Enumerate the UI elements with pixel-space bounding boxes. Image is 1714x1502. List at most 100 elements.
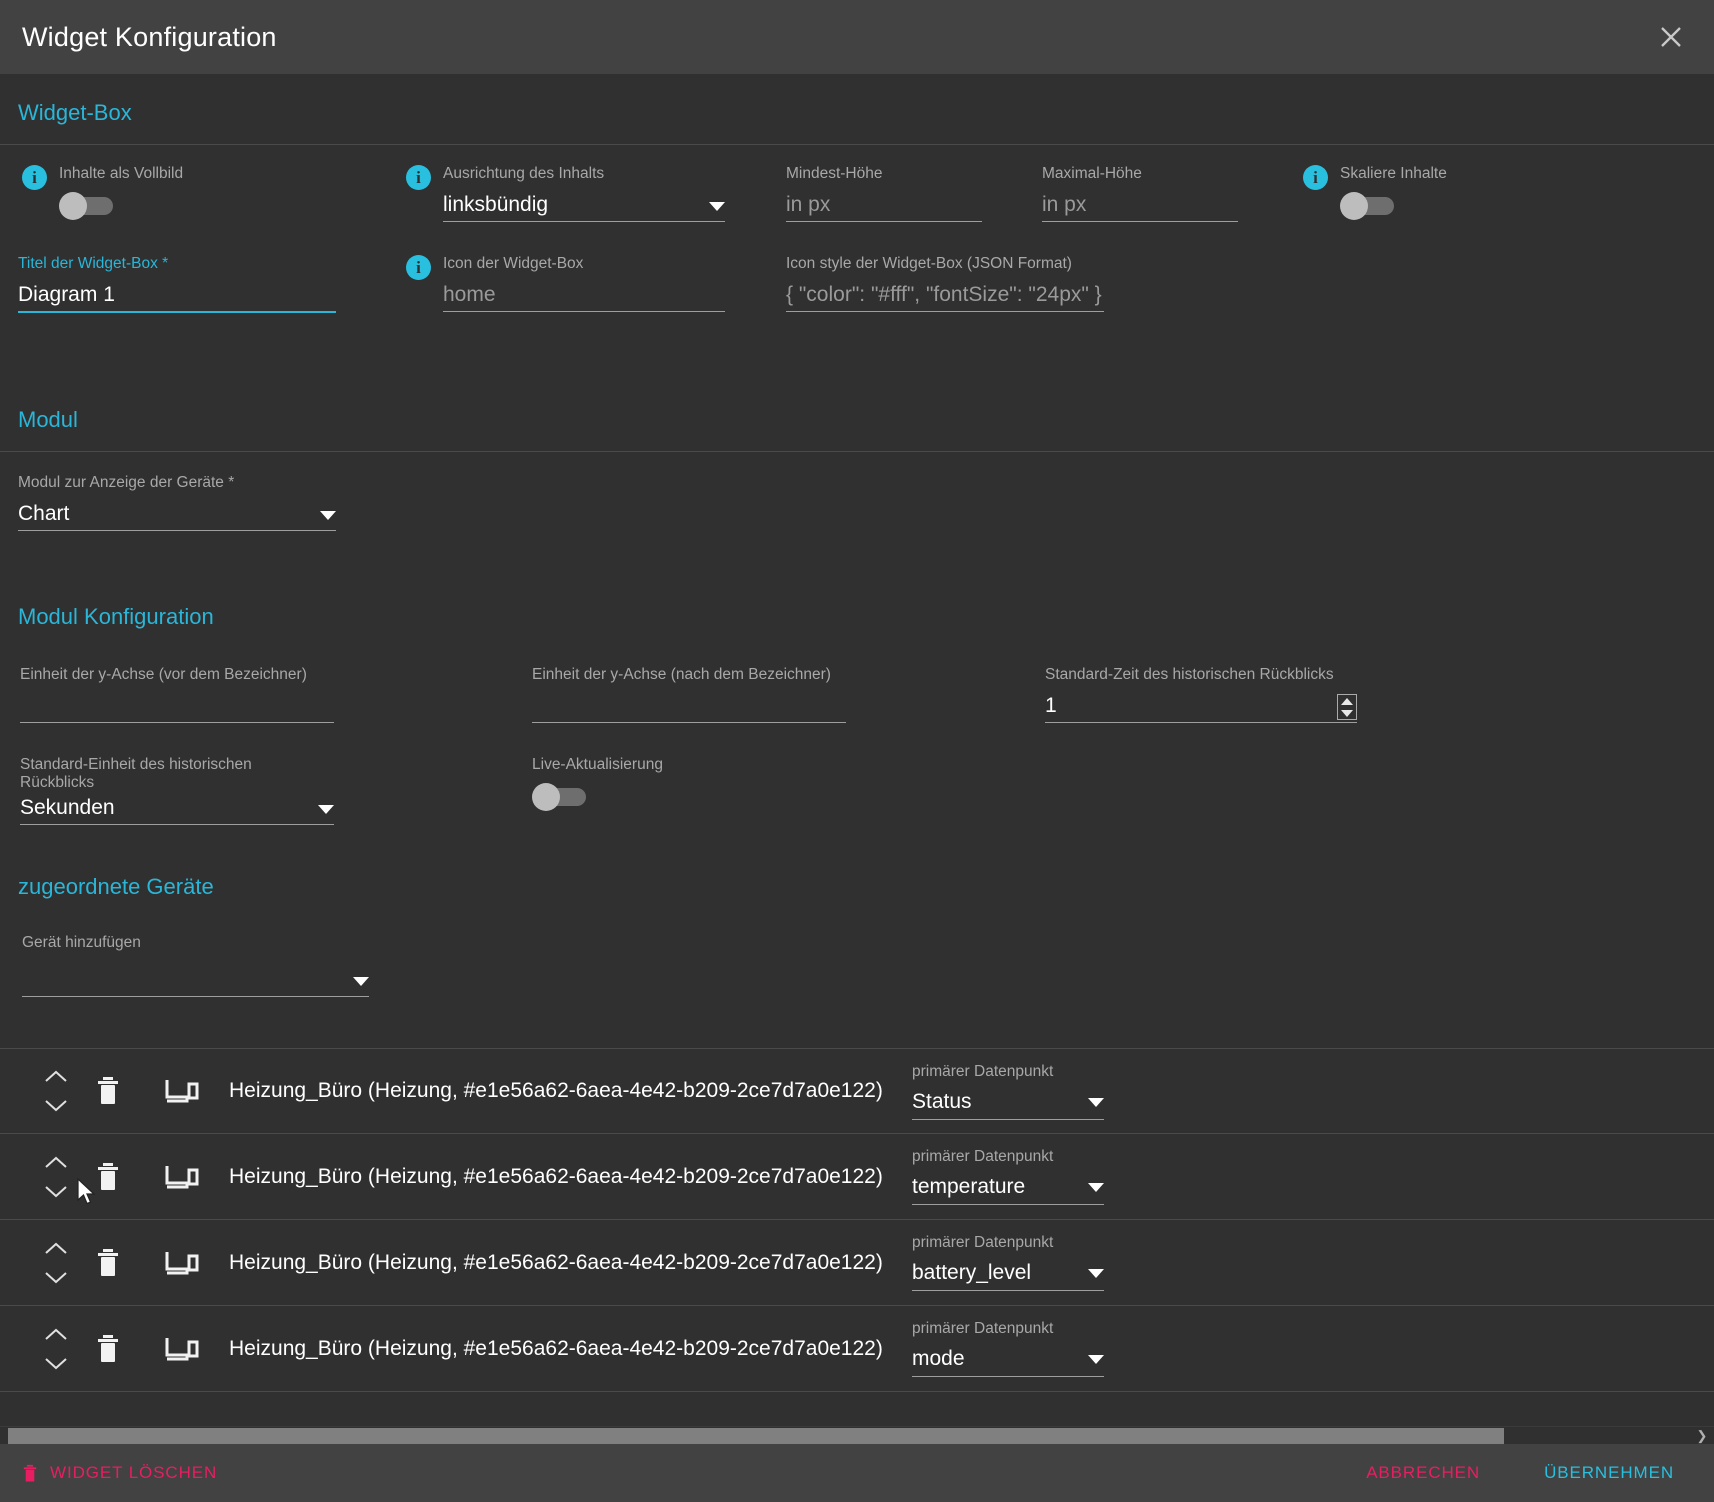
chevron-down-icon[interactable]	[44, 1357, 68, 1370]
select-primaerer-datenpunkt[interactable]: temperature	[912, 1172, 1104, 1202]
field-label: Titel der Widget-Box *	[18, 255, 169, 272]
info-icon[interactable]: i	[406, 165, 431, 190]
field-primaerer-datenpunkt: primärer Datenpunkt mode	[912, 1320, 1104, 1377]
reorder-arrows	[33, 1070, 79, 1112]
add-device-area: Gerät hinzufügen	[0, 918, 1714, 1048]
toggle-inhalte-als-vollbild[interactable]	[59, 192, 115, 220]
dialog-titlebar: Widget Konfiguration	[0, 0, 1714, 74]
input-standard-zeit[interactable]: 1	[1045, 692, 1057, 722]
scroll-right-icon[interactable]: ❯	[1694, 1428, 1710, 1444]
close-icon[interactable]	[1654, 20, 1688, 54]
chevron-down-icon[interactable]	[44, 1271, 68, 1284]
field-label: Maximal-Höhe	[1042, 165, 1142, 182]
section-header-modul: Modul	[0, 385, 1714, 452]
info-icon[interactable]: i	[22, 165, 47, 190]
delete-icon[interactable]	[95, 1076, 121, 1106]
stepper-up-icon[interactable]	[1341, 697, 1353, 705]
input-einheit-y-achse-nach[interactable]	[532, 692, 846, 722]
select-ausrichtung-des-inhalts[interactable]: linksbündig	[443, 191, 725, 221]
device-icon	[165, 1080, 199, 1103]
toggle-skaliere-inhalte[interactable]	[1340, 192, 1396, 220]
field-live-aktualisierung: Live-Aktualisierung	[532, 756, 663, 811]
input-titel-der-widget-box[interactable]: Diagram 1	[18, 281, 336, 311]
section-header-modul-konfiguration: Modul Konfiguration	[18, 604, 214, 629]
chevron-down-icon[interactable]	[709, 201, 725, 211]
field-icon-style-der-widget-box: Icon style der Widget-Box (JSON Format) …	[786, 255, 1104, 312]
field-label: Icon der Widget-Box	[443, 255, 584, 272]
field-label: Mindest-Höhe	[786, 165, 883, 182]
field-einheit-y-achse-nach: Einheit der y-Achse (nach dem Bezeichner…	[532, 666, 846, 723]
footer-actions: ABBRECHEN ÜBERNEHMEN	[1356, 1457, 1684, 1489]
reorder-arrows	[33, 1328, 79, 1370]
reorder-arrows	[33, 1156, 79, 1198]
delete-icon[interactable]	[95, 1334, 121, 1364]
chevron-up-icon[interactable]	[44, 1328, 68, 1341]
info-icon[interactable]: i	[406, 255, 431, 280]
scrollbar-thumb[interactable]	[8, 1428, 1504, 1444]
field-label: Einheit der y-Achse (vor dem Bezeichner)	[20, 666, 307, 683]
field-primaerer-datenpunkt: primärer Datenpunkt battery_level	[912, 1234, 1104, 1291]
field-underline	[443, 311, 725, 312]
field-icon-der-widget-box: i Icon der Widget-Box home	[406, 255, 725, 312]
delete-icon	[23, 1464, 37, 1481]
field-label: Einheit der y-Achse (nach dem Bezeichner…	[532, 666, 831, 683]
info-icon[interactable]: i	[1303, 165, 1328, 190]
field-label: primärer Datenpunkt	[912, 1063, 1054, 1080]
field-maximal-hoehe: Maximal-Höhe in px	[1042, 165, 1238, 222]
select-value: Status	[912, 1090, 972, 1113]
delete-icon[interactable]	[95, 1248, 121, 1278]
chevron-down-icon[interactable]	[353, 976, 369, 986]
field-label: Standard-Einheit des historischen Rückbl…	[20, 756, 252, 791]
select-geraet-hinzufuegen[interactable]	[22, 966, 369, 996]
input-icon-der-widget-box[interactable]: home	[443, 281, 725, 311]
apply-button[interactable]: ÜBERNEHMEN	[1534, 1457, 1684, 1489]
chevron-down-icon[interactable]	[44, 1099, 68, 1112]
select-primaerer-datenpunkt[interactable]: Status	[912, 1087, 1104, 1117]
field-label: Modul zur Anzeige der Geräte *	[18, 474, 235, 491]
horizontal-scrollbar[interactable]: ❯	[0, 1426, 1714, 1444]
select-value: battery_level	[912, 1261, 1032, 1284]
chevron-down-icon[interactable]	[1088, 1097, 1104, 1107]
widget-box-fields: i Inhalte als Vollbild i Ausrichtung des…	[0, 145, 1714, 385]
device-icon	[165, 1337, 199, 1360]
field-label: primärer Datenpunkt	[912, 1320, 1054, 1337]
toggle-knob	[59, 192, 87, 220]
toggle-live-aktualisierung[interactable]	[532, 783, 588, 811]
toggle-knob	[532, 783, 560, 811]
delete-icon[interactable]	[95, 1162, 121, 1192]
chevron-down-icon[interactable]	[1088, 1268, 1104, 1278]
select-standard-einheit[interactable]: Sekunden	[20, 794, 334, 824]
chevron-down-icon[interactable]	[44, 1185, 68, 1198]
field-label: Gerät hinzufügen	[22, 934, 141, 951]
input-maximal-hoehe[interactable]: in px	[1042, 191, 1238, 221]
input-mindest-hoehe[interactable]: in px	[786, 191, 982, 221]
device-name: Heizung_Büro (Heizung, #e1e56a62-6aea-4e…	[229, 1079, 883, 1102]
field-ausrichtung-des-inhalts: i Ausrichtung des Inhalts linksbündig	[406, 165, 725, 222]
stepper-down-icon[interactable]	[1341, 709, 1353, 717]
input-einheit-y-achse-vor[interactable]	[20, 692, 334, 722]
delete-widget-button[interactable]: WIDGET LÖSCHEN	[14, 1457, 225, 1489]
field-underline	[20, 824, 334, 825]
dialog-body: Widget-Box i Inhalte als Vollbild i Ausr…	[0, 74, 1714, 1444]
number-stepper[interactable]	[1337, 694, 1357, 720]
select-modul-zur-anzeige-der-geraete[interactable]: Chart	[18, 500, 336, 530]
chevron-down-icon[interactable]	[1088, 1182, 1104, 1192]
chevron-up-icon[interactable]	[44, 1156, 68, 1169]
cancel-button[interactable]: ABBRECHEN	[1356, 1457, 1490, 1489]
chevron-down-icon[interactable]	[320, 510, 336, 520]
device-icon	[165, 1165, 199, 1188]
input-icon-style-der-widget-box[interactable]: { "color": "#fff", "fontSize": "24px" }	[786, 281, 1104, 311]
field-geraet-hinzufuegen: Gerät hinzufügen	[22, 934, 369, 997]
field-underline	[532, 722, 846, 723]
select-primaerer-datenpunkt[interactable]: mode	[912, 1344, 1104, 1374]
field-primaerer-datenpunkt: primärer Datenpunkt Status	[912, 1063, 1104, 1120]
chevron-down-icon[interactable]	[318, 804, 334, 814]
chevron-up-icon[interactable]	[44, 1070, 68, 1083]
select-primaerer-datenpunkt[interactable]: battery_level	[912, 1258, 1104, 1288]
field-skaliere-inhalte: i Skaliere Inhalte	[1303, 165, 1447, 220]
chevron-up-icon[interactable]	[44, 1242, 68, 1255]
modul-konfiguration-fields: Einheit der y-Achse (vor dem Bezeichner)…	[0, 648, 1714, 866]
dialog-content: Widget-Box i Inhalte als Vollbild i Ausr…	[0, 74, 1714, 1392]
select-value: temperature	[912, 1175, 1026, 1198]
chevron-down-icon[interactable]	[1088, 1354, 1104, 1364]
